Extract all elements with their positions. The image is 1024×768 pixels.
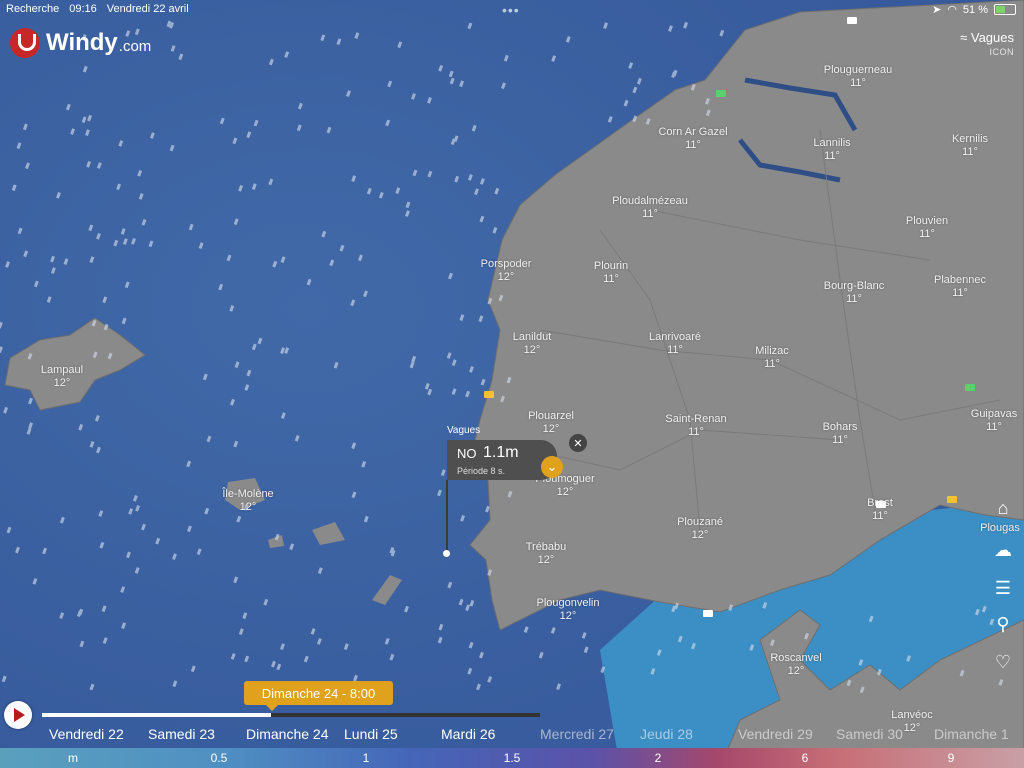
city-label[interactable]: Plouguerneau 11° <box>824 64 893 90</box>
scale-tick: 9 <box>947 751 955 765</box>
day-label[interactable]: Dimanche 1 <box>934 726 1009 742</box>
scale-tick: 0.5 <box>210 751 228 765</box>
city-label[interactable]: Bohars 11° <box>823 421 858 447</box>
location-icon: ➤ <box>932 4 942 16</box>
status-bar: Recherche 09:16 Vendredi 22 avril ••• ➤ … <box>0 0 1024 20</box>
day-label[interactable]: Samedi 30 <box>836 726 903 742</box>
day-label[interactable]: Mardi 26 <box>441 726 495 742</box>
day-label[interactable]: Jeudi 28 <box>640 726 693 742</box>
webcam-marker-icon[interactable] <box>703 610 713 617</box>
brand-name: Windy <box>46 29 118 56</box>
city-label[interactable]: Plougonvelin 12° <box>537 597 600 623</box>
weather-cloud-icon[interactable]: ☁ <box>990 537 1016 563</box>
picker-stem <box>446 480 448 552</box>
city-label[interactable]: Lampaul 12° <box>41 364 83 390</box>
city-label[interactable]: Île-Molène 12° <box>222 488 273 514</box>
city-label[interactable]: Lanildut 12° <box>513 331 552 357</box>
wave-height: 1.1m <box>483 444 519 461</box>
windy-logo[interactable]: Windy .com <box>10 28 151 58</box>
day-label[interactable]: Dimanche 24 <box>246 726 329 742</box>
webcam-marker-icon[interactable] <box>484 391 494 398</box>
battery-icon <box>994 4 1016 15</box>
city-label[interactable]: Trébabu 12° <box>526 541 567 567</box>
wave-period: Période 8 s. <box>457 466 506 476</box>
city-label[interactable]: Guipavas 11° <box>971 408 1017 434</box>
webcam-marker-icon[interactable] <box>716 90 726 97</box>
brand-domain: .com <box>118 37 152 55</box>
city-label[interactable]: Plougas <box>980 522 1020 535</box>
layer-label: Vagues <box>970 30 1014 45</box>
timeline-progress <box>42 713 272 717</box>
wifi-icon: ◠ <box>947 4 957 16</box>
city-label[interactable]: Kernilis 11° <box>952 133 988 159</box>
battery-percent: 51 % <box>962 3 988 16</box>
day-label[interactable]: Vendredi 22 <box>49 726 124 742</box>
city-label[interactable]: Milizac 11° <box>755 345 789 371</box>
city-label[interactable]: Plabennec 11° <box>934 274 986 300</box>
scale-tick: 6 <box>801 751 809 765</box>
scale-tick: 1.5 <box>503 751 521 765</box>
back-app-label[interactable]: Recherche <box>6 3 59 15</box>
search-icon[interactable]: ⚲ <box>990 611 1016 637</box>
layer-selector[interactable]: ≈ Vagues ICON <box>960 30 1014 57</box>
waves-icon: ≈ <box>960 30 968 45</box>
city-label[interactable]: Plouzané 12° <box>677 516 723 542</box>
timeline-track[interactable] <box>42 713 540 717</box>
day-label[interactable]: Samedi 23 <box>148 726 215 742</box>
city-label[interactable]: Lanrivoaré 11° <box>649 331 701 357</box>
day-label[interactable]: Mercredi 27 <box>540 726 614 742</box>
webcam-marker-icon[interactable] <box>965 384 975 391</box>
webcam-marker-icon[interactable] <box>947 496 957 503</box>
day-label[interactable]: Lundi 25 <box>344 726 398 742</box>
color-scale-legend[interactable]: m 0.5 1 1.5 2 6 9 <box>0 748 1024 768</box>
wave-direction: NO <box>457 446 477 461</box>
status-date: Vendredi 22 avril <box>106 3 189 15</box>
scale-tick: 1 <box>362 751 370 765</box>
play-icon <box>14 708 25 722</box>
city-label[interactable]: Plourin 11° <box>594 260 628 286</box>
city-label[interactable]: Plouvien 11° <box>906 215 948 241</box>
wave-picker-popup[interactable]: Vagues NO 1.1m Période 8 s. ⌄ <box>447 425 563 480</box>
close-icon[interactable]: ✕ <box>569 434 587 452</box>
chevron-down-icon[interactable]: ⌄ <box>541 456 563 478</box>
webcam-marker-icon[interactable] <box>876 501 886 508</box>
map-canvas[interactable] <box>0 0 1024 768</box>
city-label[interactable]: Ploudalmézeau 11° <box>612 195 688 221</box>
day-label[interactable]: Vendredi 29 <box>738 726 813 742</box>
day-selector: Vendredi 22 Samedi 23 Dimanche 24 Lundi … <box>0 724 1024 746</box>
picker-point[interactable] <box>443 550 450 557</box>
status-time: 09:16 <box>69 3 97 15</box>
home-icon[interactable]: ⌂ <box>990 495 1016 521</box>
city-label[interactable]: Roscanvel 12° <box>770 652 821 678</box>
city-label[interactable]: Lannilis 11° <box>813 137 850 163</box>
city-label[interactable]: Porspoder 12° <box>481 258 532 284</box>
model-label: ICON <box>989 47 1014 57</box>
multitask-dots[interactable]: ••• <box>502 3 520 17</box>
windy-logo-icon <box>10 28 40 58</box>
scale-tick: 2 <box>654 751 662 765</box>
heart-icon[interactable]: ♡ <box>990 649 1016 675</box>
city-label[interactable]: Plouarzel 12° <box>528 410 574 436</box>
webcam-marker-icon[interactable] <box>847 17 857 24</box>
city-label[interactable]: Bourg-Blanc 11° <box>824 280 885 306</box>
city-label[interactable]: Corn Ar Gazel 11° <box>658 126 727 152</box>
scale-unit: m <box>68 751 78 765</box>
city-label[interactable]: Saint-Renan 11° <box>665 413 726 439</box>
menu-icon[interactable]: ☰ <box>990 575 1016 601</box>
picker-title: Vagues <box>447 425 481 436</box>
current-time-label: Dimanche 24 - 8:00 <box>244 681 393 711</box>
